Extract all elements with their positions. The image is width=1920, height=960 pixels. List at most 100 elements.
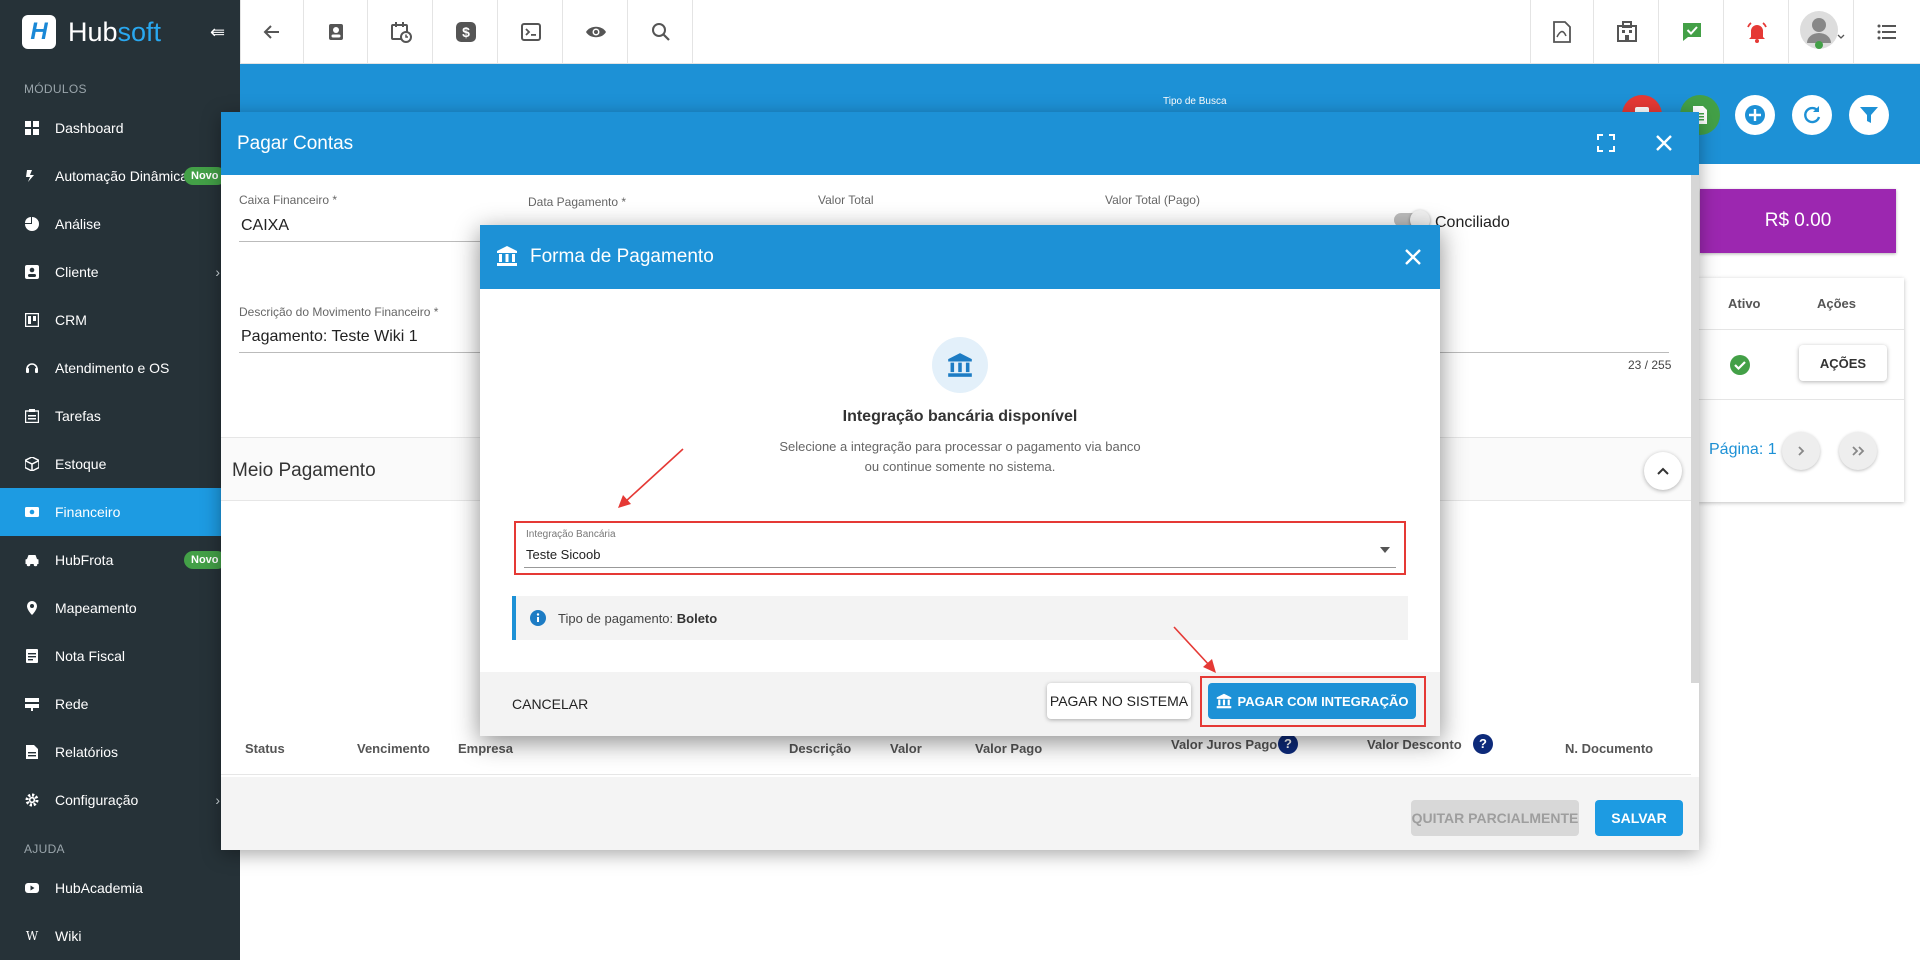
sidebar-item-label: Análise [55, 216, 101, 232]
sidebar-item-relatorios[interactable]: Relatórios [0, 728, 240, 776]
pdf-button[interactable] [1530, 0, 1594, 64]
juros-help-icon[interactable]: ? [1278, 734, 1298, 754]
finance-button[interactable]: $ [434, 0, 498, 64]
sidebar-item-crm[interactable]: CRM [0, 296, 240, 344]
chevron-right-icon: › [215, 264, 220, 280]
car-icon [24, 552, 40, 568]
sidebar-item-label: Tarefas [55, 408, 101, 424]
fullscreen-icon[interactable] [1597, 134, 1615, 152]
sidebar-item-label: Nota Fiscal [55, 648, 126, 664]
bank-icon [948, 353, 972, 377]
col-vencimento: Vencimento [357, 741, 430, 756]
sidebar-item-hubfrota[interactable]: HubFrota Novo [0, 536, 240, 584]
filter-icon [1860, 107, 1878, 123]
integration-label: Integração Bancária [526, 529, 616, 540]
gear-icon [24, 792, 40, 808]
alerts-button[interactable] [1725, 0, 1789, 64]
close-icon[interactable] [1655, 134, 1673, 152]
col-empresa: Empresa [458, 741, 513, 756]
sidebar-item-atendimento[interactable]: Atendimento e OS [0, 344, 240, 392]
document-icon [24, 648, 40, 664]
terminal-button[interactable] [499, 0, 563, 64]
back-button[interactable] [240, 0, 304, 64]
sidebar-item-wiki[interactable]: W Wiki [0, 912, 240, 960]
pdf-icon [1553, 21, 1571, 43]
view-button[interactable] [564, 0, 628, 64]
contacts-button[interactable] [304, 0, 368, 64]
org-button[interactable] [1595, 0, 1659, 64]
sidebar-item-cliente[interactable]: Cliente › [0, 248, 240, 296]
map-pin-icon [24, 600, 40, 616]
collapse-menu-icon[interactable]: ⇚ [210, 22, 225, 43]
meio-pagamento-title: Meio Pagamento [232, 460, 376, 481]
sidebar-item-label: Configuração [55, 792, 139, 808]
list-menu-button[interactable] [1855, 0, 1919, 64]
messages-button[interactable] [1660, 0, 1724, 64]
collapse-button[interactable] [1644, 452, 1682, 490]
youtube-icon [24, 880, 40, 896]
payment-type-prefix: Tipo de pagamento: [558, 610, 677, 626]
user-menu-button[interactable] [1790, 0, 1854, 64]
sidebar-item-nota-fiscal[interactable]: Nota Fiscal [0, 632, 240, 680]
pay-with-integration-button[interactable]: PAGAR COM INTEGRAÇÃO [1208, 683, 1416, 719]
caixa-underline [239, 241, 489, 242]
payment-type-text: Tipo de pagamento: Boleto [558, 611, 717, 626]
pay-bills-footer: QUITAR PARCIALMENTE SALVAR [221, 777, 1699, 850]
brand[interactable]: H Hub soft ⇚ [0, 0, 240, 64]
pay-in-system-button[interactable]: PAGAR NO SISTEMA [1047, 683, 1191, 719]
list-icon [1877, 24, 1896, 40]
col-valor-pago: Valor Pago [975, 741, 1043, 756]
last-page-button[interactable] [1839, 432, 1877, 470]
cancel-button[interactable]: CANCELAR [512, 686, 588, 722]
payment-method-dialog: Forma de Pagamento Integração bancária d… [480, 225, 1440, 736]
integration-value[interactable]: Teste Sicoob [526, 547, 600, 562]
filter-button[interactable] [1849, 95, 1889, 135]
sidebar-item-rede[interactable]: Rede [0, 680, 240, 728]
refresh-button[interactable] [1792, 95, 1832, 135]
caixa-label: Caixa Financeiro * [239, 193, 338, 207]
dialog-title: Forma de Pagamento [530, 246, 714, 267]
scrollbar[interactable] [1691, 175, 1699, 683]
box-icon [24, 456, 40, 472]
sidebar-item-label: CRM [55, 312, 87, 328]
sidebar-item-dashboard[interactable]: Dashboard [0, 104, 240, 152]
search-icon [651, 23, 670, 41]
contact-card-icon [328, 24, 343, 40]
row-actions-button[interactable]: AÇÕES [1799, 345, 1887, 381]
descricao-field[interactable]: Pagamento: Teste Wiki 1 [241, 328, 418, 346]
sidebar-item-analise[interactable]: Análise [0, 200, 240, 248]
col-documento: N. Documento [1565, 741, 1654, 756]
sidebar-item-hubacademia[interactable]: HubAcademia [0, 864, 240, 912]
dropdown-caret-icon[interactable] [1380, 547, 1390, 553]
next-page-button[interactable] [1782, 432, 1820, 470]
bank-icon [497, 246, 517, 266]
save-button[interactable]: SALVAR [1595, 800, 1683, 836]
contact-card-icon [24, 264, 40, 280]
chevron-right-icon [1798, 446, 1805, 456]
sidebar-item-financeiro[interactable]: Financeiro [0, 488, 240, 536]
headset-icon [24, 360, 40, 376]
close-icon[interactable] [1404, 248, 1422, 266]
schedule-button[interactable] [369, 0, 433, 64]
add-button[interactable] [1735, 95, 1775, 135]
chevron-up-icon [1657, 467, 1669, 475]
caixa-field[interactable]: CAIXA [241, 217, 289, 235]
building-icon [1616, 21, 1637, 42]
avatar [1799, 11, 1844, 49]
partial-payoff-button[interactable]: QUITAR PARCIALMENTE [1411, 800, 1579, 836]
search-button[interactable] [629, 0, 693, 64]
dialog-title: Pagar Contas [237, 133, 354, 154]
sidebar-item-configuracao[interactable]: Configuração › [0, 776, 240, 824]
sidebar-item-mapeamento[interactable]: Mapeamento [0, 584, 240, 632]
sidebar-item-label: Cliente [55, 264, 99, 280]
sidebar-item-tarefas[interactable]: Tarefas [0, 392, 240, 440]
sidebar-item-estoque[interactable]: Estoque [0, 440, 240, 488]
pagination-label: Página: 1 [1709, 441, 1777, 458]
desconto-help-icon[interactable]: ? [1473, 734, 1493, 754]
calendar-clock-icon [390, 22, 412, 43]
top-toolbar: $ [240, 0, 1920, 64]
terminal-icon [520, 23, 541, 41]
sidebar-item-automacao[interactable]: Automação Dinâmica Novo [0, 152, 240, 200]
tasks-icon [24, 408, 40, 424]
integration-select[interactable]: Integração Bancária Teste Sicoob [514, 521, 1406, 575]
